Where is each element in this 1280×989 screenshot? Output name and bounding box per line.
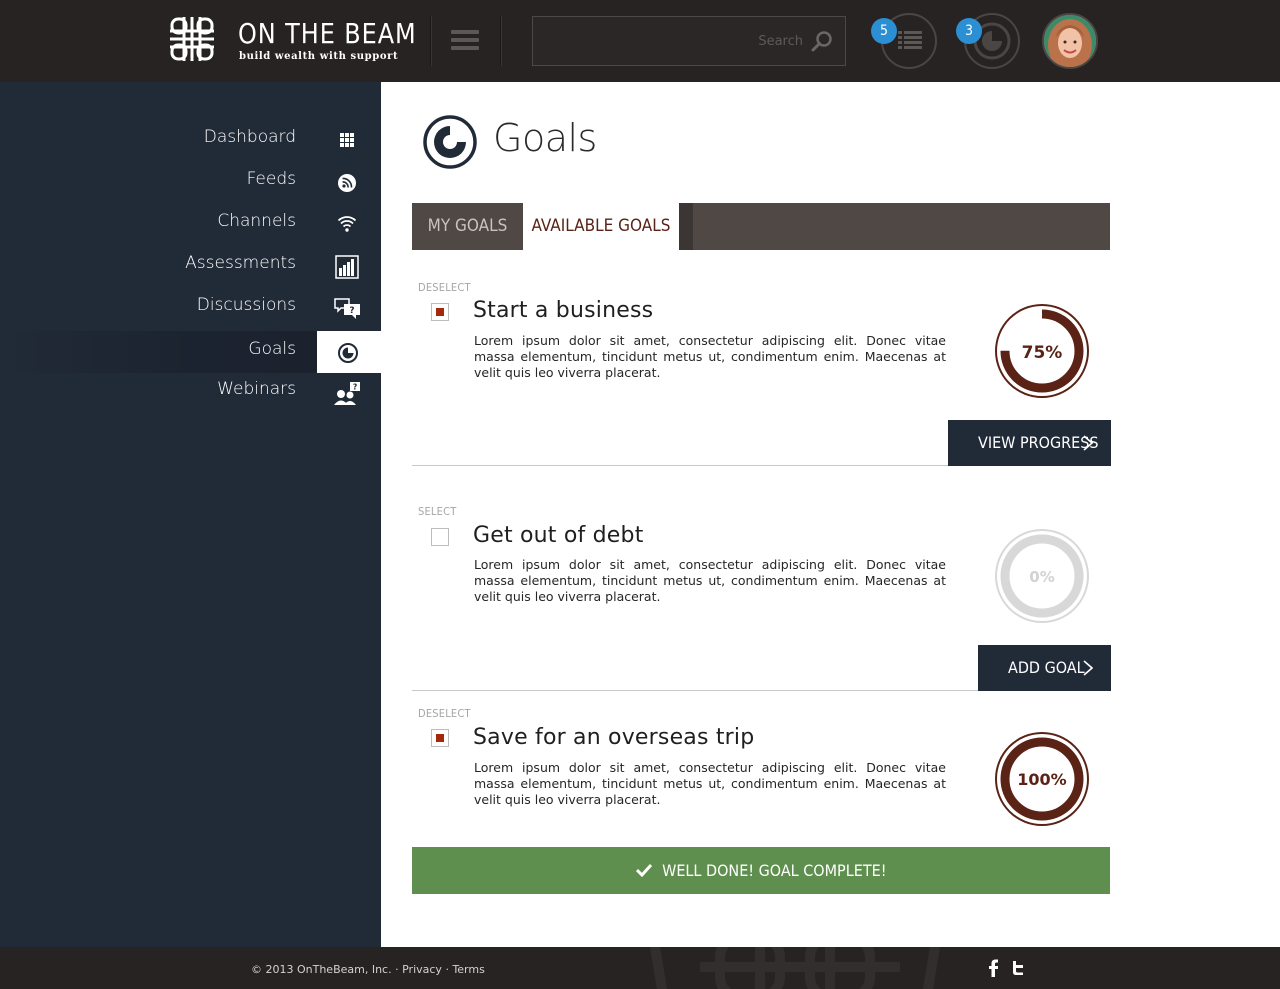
svg-text:?: ? <box>353 383 357 392</box>
search-input[interactable] <box>543 29 803 53</box>
goal-description: Lorem ipsum dolor sit amet, consectetur … <box>474 557 946 604</box>
sidebar-item-label: Discussions <box>196 295 296 315</box>
add-goal-button[interactable]: ADD GOAL <box>978 645 1111 691</box>
presenter-icon: ? <box>334 382 360 405</box>
goal-description: Lorem ipsum dolor sit amet, consectetur … <box>474 333 946 380</box>
logo[interactable]: ON THE BEAM build wealth with support <box>168 15 416 65</box>
tab-separator <box>679 203 693 250</box>
button-label: ADD GOAL <box>1008 658 1085 677</box>
button-label: VIEW PROGRESS <box>978 433 1099 452</box>
chevron-right-icon <box>1083 660 1093 676</box>
sidebar-item-discussions[interactable]: Discussions ? <box>0 287 381 329</box>
sidebar-item-label: Assessments <box>185 253 296 273</box>
page-title: Goals <box>493 116 597 160</box>
checked-mark <box>436 734 444 742</box>
divider <box>430 16 432 66</box>
goal-card: DESELECT Save for an overseas trip Lorem… <box>412 707 1110 847</box>
sidebar-item-dashboard[interactable]: Dashboard <box>0 119 381 161</box>
goal-title: Start a business <box>473 298 654 323</box>
tab-my-goals[interactable]: MY GOALS <box>412 203 523 250</box>
goal-checkbox[interactable] <box>431 528 449 546</box>
copyright-text: © 2013 OnTheBeam, Inc. <box>251 963 392 976</box>
privacy-link[interactable]: Privacy <box>402 963 442 976</box>
search-box <box>532 16 846 66</box>
top-bar: ON THE BEAM build wealth with support 5 <box>0 0 1280 82</box>
goal-complete-label: WELL DONE! GOAL COMPLETE! <box>662 861 887 880</box>
grid-icon <box>340 133 354 147</box>
sidebar-item-feeds[interactable]: Feeds <box>0 161 381 203</box>
select-label: SELECT <box>418 505 457 518</box>
progress-label: 0% <box>1029 568 1054 586</box>
deselect-label: DESELECT <box>418 707 471 720</box>
footer-watermark-icon <box>649 947 941 989</box>
bar-chart-icon <box>335 255 359 279</box>
search-icon[interactable] <box>809 29 835 55</box>
notification-badge: 5 <box>871 18 897 44</box>
chevron-right-icon <box>1083 435 1093 451</box>
chat-question-icon: ? <box>334 298 360 319</box>
twitter-icon[interactable] <box>1010 960 1026 976</box>
progress-label: 75% <box>1022 343 1063 363</box>
logo-knot-icon <box>170 17 214 61</box>
deselect-label: DESELECT <box>418 281 471 294</box>
view-progress-button[interactable]: VIEW PROGRESS <box>948 420 1111 466</box>
goal-card: SELECT Get out of debt Lorem ipsum dolor… <box>412 505 1111 691</box>
sidebar-item-label: Channels <box>217 211 296 231</box>
logo-title: ON THE BEAM <box>238 17 417 50</box>
progress-label: 100% <box>1017 770 1066 789</box>
terms-link[interactable]: Terms <box>452 963 484 976</box>
sidebar-item-label: Dashboard <box>203 127 296 147</box>
progress-ring: 75% <box>995 304 1089 398</box>
checked-mark <box>436 308 444 316</box>
checkmark-icon <box>635 863 652 877</box>
sidebar-item-goals[interactable]: Goals <box>0 331 381 373</box>
progress-ring: 0% <box>995 529 1089 623</box>
rss-icon <box>338 174 356 192</box>
user-photo <box>1044 15 1096 67</box>
facebook-icon[interactable] <box>987 959 999 977</box>
notification-badge: 3 <box>956 18 982 44</box>
tab-available-goals[interactable]: AVAILABLE GOALS <box>523 203 679 250</box>
goal-complete-banner: WELL DONE! GOAL COMPLETE! <box>412 847 1110 894</box>
footer-links: © 2013 OnTheBeam, Inc. · Privacy · Terms <box>251 963 485 976</box>
goal-description: Lorem ipsum dolor sit amet, consectetur … <box>474 760 946 807</box>
goal-checkbox[interactable] <box>431 729 449 747</box>
progress-ring: 100% <box>995 732 1089 826</box>
footer: © 2013 OnTheBeam, Inc. · Privacy · Terms <box>0 947 1280 989</box>
goal-ring-icon <box>338 343 358 363</box>
goal-title: Save for an overseas trip <box>473 725 755 750</box>
sidebar-item-label: Webinars <box>217 379 296 399</box>
sidebar-item-webinars[interactable]: Webinars ? <box>0 371 381 413</box>
sidebar-item-label: Goals <box>248 339 296 359</box>
svg-text:?: ? <box>349 306 354 316</box>
goal-card: DESELECT Start a business Lorem ipsum do… <box>412 281 1111 466</box>
logo-tagline: build wealth with support <box>239 51 399 62</box>
tab-bar: MY GOALS AVAILABLE GOALS <box>412 203 1110 250</box>
sidebar-item-label: Feeds <box>246 169 296 189</box>
avatar[interactable] <box>1042 13 1098 69</box>
divider <box>412 465 948 466</box>
goal-ring-icon <box>423 115 477 169</box>
hamburger-menu-icon[interactable] <box>451 30 479 52</box>
sidebar-item-channels[interactable]: Channels <box>0 203 381 245</box>
sidebar-item-assessments[interactable]: Assessments <box>0 245 381 287</box>
sidebar: Dashboard Feeds Channels Assessments Dis… <box>0 82 381 947</box>
list-icon <box>898 31 922 49</box>
wifi-icon <box>337 216 357 232</box>
goal-checkbox[interactable] <box>431 303 449 321</box>
goal-title: Get out of debt <box>473 523 644 548</box>
divider <box>412 690 978 691</box>
divider <box>500 16 502 66</box>
